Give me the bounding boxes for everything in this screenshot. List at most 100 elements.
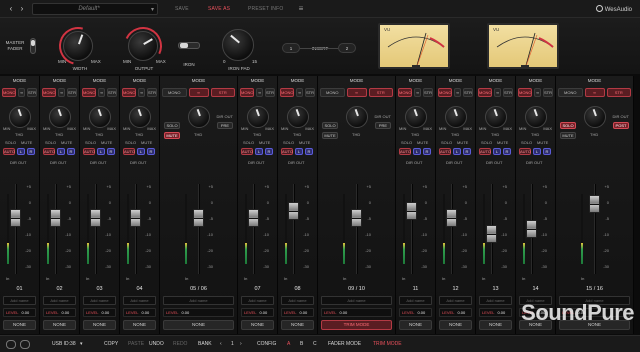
level-readout[interactable]: LEVEL 0.00 bbox=[3, 308, 36, 317]
level-readout[interactable]: LEVEL 0.00 bbox=[399, 308, 432, 317]
output-knob[interactable] bbox=[128, 31, 158, 61]
config-c-button[interactable]: C bbox=[313, 341, 317, 347]
thd-knob[interactable] bbox=[188, 106, 210, 128]
auto-button[interactable]: AUTO bbox=[3, 148, 15, 155]
add-name-field[interactable]: Add name bbox=[321, 296, 392, 305]
mono-button[interactable]: MONO bbox=[42, 88, 57, 97]
add-name-field[interactable]: Add name bbox=[241, 296, 274, 305]
r-button[interactable]: R bbox=[423, 148, 431, 155]
link-icon[interactable]: ∞ bbox=[494, 88, 501, 97]
l-button[interactable]: L bbox=[453, 148, 461, 155]
add-name-field[interactable]: Add name bbox=[83, 296, 116, 305]
output-select[interactable]: NONE bbox=[241, 320, 274, 330]
mute-button[interactable]: MUTE bbox=[560, 132, 576, 139]
str-button[interactable]: STR bbox=[503, 88, 513, 97]
mono-button[interactable]: MONO bbox=[518, 88, 533, 97]
level-readout[interactable]: LEVEL 0.00 bbox=[123, 308, 156, 317]
fader-handle[interactable] bbox=[248, 209, 259, 228]
fader-handle[interactable] bbox=[10, 209, 21, 228]
output-select[interactable]: NONE bbox=[43, 320, 76, 330]
link-icon[interactable]: ∞ bbox=[256, 88, 263, 97]
solo-button[interactable]: SOLO bbox=[322, 122, 338, 129]
dir-out-button[interactable]: POST bbox=[613, 122, 629, 129]
redo-button[interactable]: REDO bbox=[173, 341, 187, 347]
r-button[interactable]: R bbox=[503, 148, 511, 155]
insert-2-button[interactable]: 2 bbox=[338, 43, 356, 53]
thd-knob[interactable] bbox=[485, 106, 507, 128]
output-select[interactable]: NONE bbox=[479, 320, 512, 330]
output-select[interactable]: NONE bbox=[83, 320, 116, 330]
fader-handle[interactable] bbox=[288, 202, 299, 220]
fader-handle[interactable] bbox=[351, 209, 362, 228]
link-icon[interactable]: ∞ bbox=[58, 88, 65, 97]
l-button[interactable]: L bbox=[295, 148, 303, 155]
usb-dropdown-icon[interactable]: ▾ bbox=[80, 341, 83, 347]
auto-button[interactable]: AUTO bbox=[83, 148, 95, 155]
r-button[interactable]: R bbox=[543, 148, 551, 155]
width-knob[interactable] bbox=[63, 31, 93, 61]
thd-knob[interactable] bbox=[525, 106, 547, 128]
auto-button[interactable]: AUTO bbox=[519, 148, 531, 155]
output-select[interactable]: NONE bbox=[281, 320, 314, 330]
output-select[interactable]: NONE bbox=[123, 320, 156, 330]
solo-button[interactable]: SOLO bbox=[164, 122, 180, 129]
output-select[interactable]: TRIM MODE bbox=[321, 320, 392, 330]
level-readout[interactable]: LEVEL 0.00 bbox=[479, 308, 512, 317]
auto-button[interactable]: AUTO bbox=[123, 148, 135, 155]
add-name-field[interactable]: Add name bbox=[3, 296, 36, 305]
mono-button[interactable]: MONO bbox=[320, 88, 345, 97]
mute-button[interactable]: MUTE bbox=[322, 132, 338, 139]
level-readout[interactable]: LEVEL 0.00 bbox=[321, 308, 392, 317]
auto-button[interactable]: AUTO bbox=[281, 148, 293, 155]
insert-1-button[interactable]: 1 bbox=[282, 43, 300, 53]
mono-button[interactable]: MONO bbox=[2, 88, 17, 97]
mono-button[interactable]: MONO bbox=[280, 88, 295, 97]
str-button[interactable]: STR bbox=[265, 88, 275, 97]
l-button[interactable]: L bbox=[57, 148, 65, 155]
mono-button[interactable]: MONO bbox=[438, 88, 453, 97]
mono-button[interactable]: MONO bbox=[122, 88, 137, 97]
prev-preset-icon[interactable]: ‹ bbox=[6, 4, 16, 14]
iron-pad-knob[interactable] bbox=[222, 29, 254, 61]
add-name-field[interactable]: Add name bbox=[123, 296, 156, 305]
add-name-field[interactable]: Add name bbox=[399, 296, 432, 305]
r-button[interactable]: R bbox=[107, 148, 115, 155]
thd-knob[interactable] bbox=[445, 106, 467, 128]
level-readout[interactable]: LEVEL 0.00 bbox=[439, 308, 472, 317]
link-icon[interactable]: ∞ bbox=[454, 88, 461, 97]
fader-handle[interactable] bbox=[90, 209, 101, 228]
l-button[interactable]: L bbox=[493, 148, 501, 155]
add-name-field[interactable]: Add name bbox=[479, 296, 512, 305]
add-name-field[interactable]: Add name bbox=[281, 296, 314, 305]
l-button[interactable]: L bbox=[97, 148, 105, 155]
fader-handle[interactable] bbox=[526, 220, 537, 238]
link-icon[interactable]: ∞ bbox=[98, 88, 105, 97]
level-readout[interactable]: LEVEL 0.00 bbox=[241, 308, 274, 317]
trim-mode-button[interactable]: TRIM MODE bbox=[373, 341, 402, 347]
bank-next-icon[interactable]: › bbox=[240, 341, 242, 347]
thd-knob[interactable] bbox=[346, 106, 368, 128]
mono-button[interactable]: MONO bbox=[558, 88, 583, 97]
auto-button[interactable]: AUTO bbox=[43, 148, 55, 155]
dir-out-button[interactable]: PRE bbox=[375, 122, 391, 129]
save-button[interactable]: SAVE bbox=[175, 6, 189, 12]
auto-button[interactable]: AUTO bbox=[399, 148, 411, 155]
str-button[interactable]: STR bbox=[67, 88, 77, 97]
paste-button[interactable]: PASTE bbox=[128, 341, 144, 347]
link-icon[interactable]: ∞ bbox=[584, 88, 605, 97]
fader-handle[interactable] bbox=[130, 209, 141, 228]
thd-knob[interactable] bbox=[287, 106, 309, 128]
output-select[interactable]: NONE bbox=[439, 320, 472, 330]
link-icon[interactable]: ∞ bbox=[534, 88, 541, 97]
solo-button[interactable]: SOLO bbox=[560, 122, 576, 129]
save-as-button[interactable]: SAVE AS bbox=[208, 6, 230, 12]
menu-icon[interactable]: ≡ bbox=[296, 4, 306, 14]
auto-button[interactable]: AUTO bbox=[439, 148, 451, 155]
thd-knob[interactable] bbox=[405, 106, 427, 128]
l-button[interactable]: L bbox=[533, 148, 541, 155]
fader-handle[interactable] bbox=[193, 209, 204, 228]
level-readout[interactable]: LEVEL 0.00 bbox=[163, 308, 234, 317]
bank-prev-icon[interactable]: ‹ bbox=[220, 341, 222, 347]
auto-button[interactable]: AUTO bbox=[241, 148, 253, 155]
copy-button[interactable]: COPY bbox=[104, 341, 118, 347]
